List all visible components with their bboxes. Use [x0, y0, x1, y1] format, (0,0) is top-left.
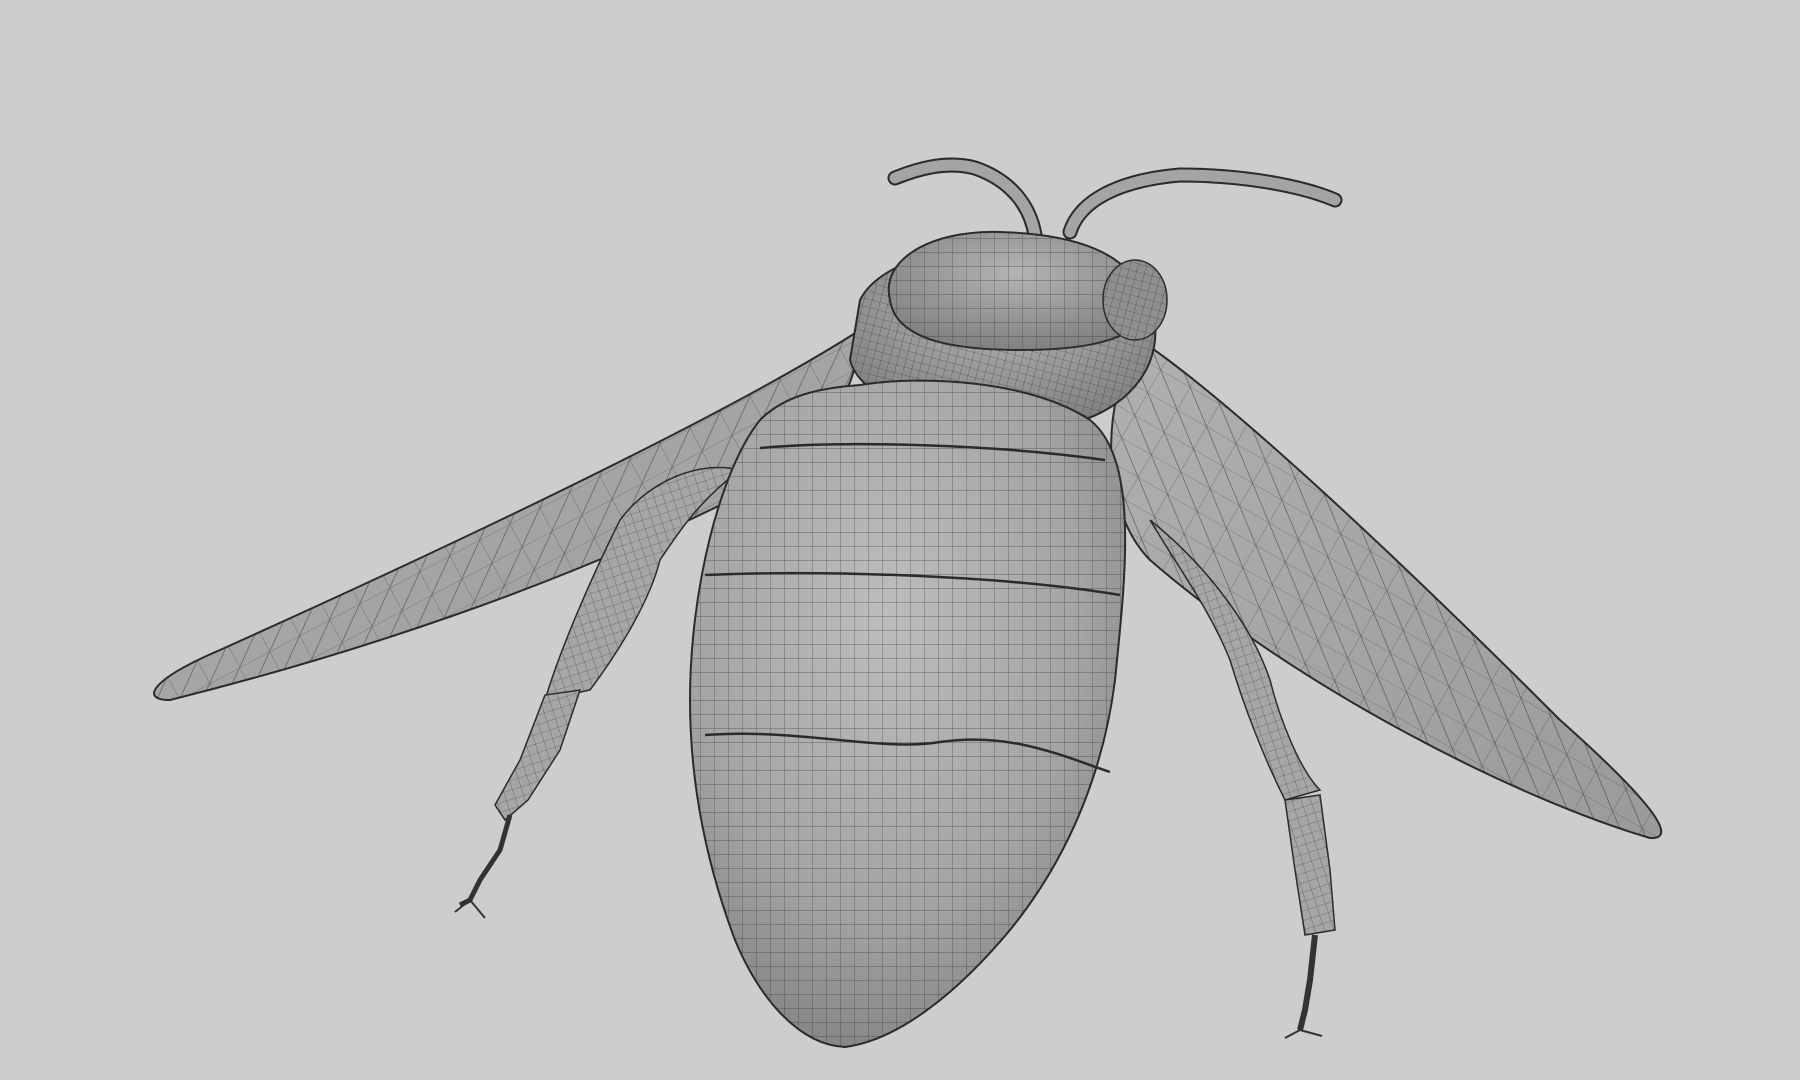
model-render	[0, 0, 1800, 1080]
3d-viewport[interactable]	[0, 0, 1800, 1080]
